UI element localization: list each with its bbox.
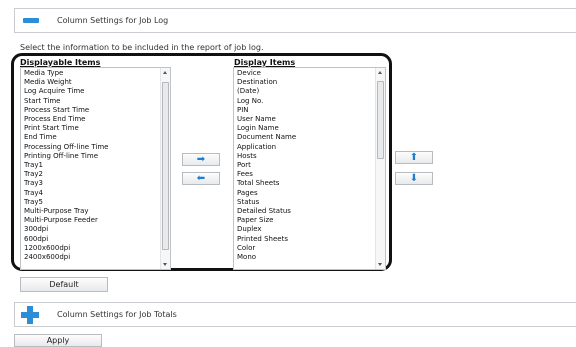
list-item[interactable]: Tray2: [24, 170, 170, 179]
list-item[interactable]: Start Time: [24, 97, 170, 106]
job-totals-section-title: Column Settings for Job Totals: [57, 310, 177, 319]
intro-text: Select the information to be included in…: [20, 43, 264, 52]
list-item[interactable]: Printed Sheets: [237, 235, 385, 244]
expand-plus-icon[interactable]: [21, 305, 39, 324]
list-item[interactable]: Pages: [237, 189, 385, 198]
displayable-items-list[interactable]: Media Type Media Weight Log Acquire Time St…: [20, 67, 171, 270]
move-down-button[interactable]: ⬇: [395, 172, 433, 185]
job-totals-section-header[interactable]: Column Settings for Job Totals: [14, 302, 576, 327]
list-item[interactable]: Mono: [237, 253, 385, 262]
list-item[interactable]: Port: [237, 161, 385, 170]
apply-button[interactable]: Apply: [14, 334, 102, 347]
list-item[interactable]: Tray3: [24, 179, 170, 188]
displayable-items-title: Displayable Items: [20, 58, 101, 67]
arrow-left-icon: ⬅: [196, 172, 206, 184]
display-scrollbar[interactable]: [375, 68, 385, 269]
column-selection-panel: Displayable Items Media Type Media Weight…: [11, 53, 392, 271]
move-up-button[interactable]: ⬆: [395, 151, 433, 164]
list-item[interactable]: Print Start Time: [24, 124, 170, 133]
list-item[interactable]: 300dpi: [24, 225, 170, 234]
list-item[interactable]: Log No.: [237, 97, 385, 106]
list-item[interactable]: Document Name: [237, 133, 385, 142]
arrow-right-icon: ➡: [196, 153, 206, 165]
list-item[interactable]: 600dpi: [24, 235, 170, 244]
list-item[interactable]: Tray1: [24, 161, 170, 170]
list-item[interactable]: Media Weight: [24, 78, 170, 87]
list-item[interactable]: Tray4: [24, 189, 170, 198]
list-item[interactable]: Destination: [237, 78, 385, 87]
list-item[interactable]: Tray5: [24, 198, 170, 207]
scroll-down-icon[interactable]: [163, 263, 167, 266]
remove-item-button[interactable]: ⬅: [182, 172, 220, 185]
displayable-scrollbar[interactable]: [160, 68, 170, 269]
default-button[interactable]: Default: [20, 277, 108, 292]
scroll-up-icon[interactable]: [163, 71, 167, 74]
list-item[interactable]: Application: [237, 143, 385, 152]
list-item[interactable]: 1200x600dpi: [24, 244, 170, 253]
job-log-section-title: Column Settings for Job Log: [57, 16, 169, 25]
list-item[interactable]: Multi-Purpose Tray: [24, 207, 170, 216]
job-log-section-header[interactable]: Column Settings for Job Log: [14, 8, 576, 33]
list-item[interactable]: Device: [237, 69, 385, 78]
list-item[interactable]: (Date): [237, 87, 385, 96]
add-item-button[interactable]: ➡: [182, 153, 220, 166]
list-item[interactable]: Detailed Status: [237, 207, 385, 216]
scroll-up-icon[interactable]: [378, 71, 382, 74]
scroll-down-icon[interactable]: [378, 263, 382, 266]
display-items-list[interactable]: Device Destination (Date) Log No. PIN User Na…: [233, 67, 386, 270]
list-item[interactable]: Login Name: [237, 124, 385, 133]
list-item[interactable]: Printing Off-line Time: [24, 152, 170, 161]
displayable-items-ul: Media Type Media Weight Log Acquire Time St…: [21, 68, 170, 262]
list-item[interactable]: Process End Time: [24, 115, 170, 124]
list-item[interactable]: Paper Size: [237, 216, 385, 225]
scroll-thumb[interactable]: [162, 82, 169, 250]
list-item[interactable]: Media Type: [24, 69, 170, 78]
list-item[interactable]: Processing Off-line Time: [24, 143, 170, 152]
list-item[interactable]: 2400x600dpi: [24, 253, 170, 262]
list-item[interactable]: PIN: [237, 106, 385, 115]
list-item[interactable]: User Name: [237, 115, 385, 124]
display-items-ul: Device Destination (Date) Log No. PIN User Na…: [234, 68, 385, 262]
arrow-down-icon: ⬇: [409, 172, 419, 184]
display-items-title: Display Items: [234, 58, 296, 67]
collapse-minus-icon[interactable]: [23, 18, 39, 23]
list-item[interactable]: Process Start Time: [24, 106, 170, 115]
arrow-up-icon: ⬆: [409, 151, 419, 163]
list-item[interactable]: Log Acquire Time: [24, 87, 170, 96]
list-item[interactable]: Color: [237, 244, 385, 253]
list-item[interactable]: Status: [237, 198, 385, 207]
list-item[interactable]: End Time: [24, 133, 170, 142]
scroll-thumb[interactable]: [377, 81, 384, 159]
list-item[interactable]: Total Sheets: [237, 179, 385, 188]
list-item[interactable]: Hosts: [237, 152, 385, 161]
list-item[interactable]: Fees: [237, 170, 385, 179]
list-item[interactable]: Duplex: [237, 225, 385, 234]
list-item[interactable]: Multi-Purpose Feeder: [24, 216, 170, 225]
